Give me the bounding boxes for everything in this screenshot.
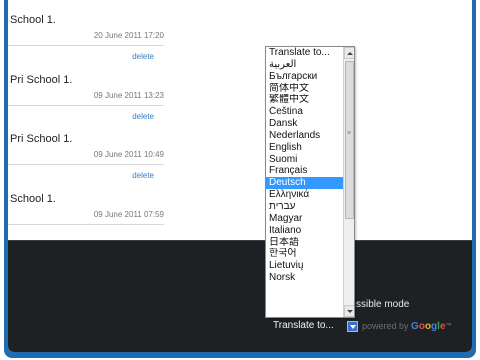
language-option[interactable]: 한국어 — [266, 248, 343, 260]
language-option[interactable]: Dansk — [266, 118, 343, 130]
delete-link[interactable]: delete — [132, 171, 154, 180]
page-frame: School 1. 20 June 2011 17:20 delete Pri … — [4, 0, 476, 358]
language-option[interactable]: 日本語 — [266, 237, 343, 249]
post-title: Pri School 1. — [10, 133, 73, 145]
divider — [8, 164, 164, 165]
language-option[interactable]: 简体中文 — [266, 83, 343, 95]
language-option[interactable]: Lietuvių — [266, 260, 343, 272]
language-option[interactable]: Magyar — [266, 213, 343, 225]
post-date: 09 June 2011 13:23 — [93, 91, 164, 100]
dropdown-scrollbar[interactable] — [343, 47, 354, 317]
chevron-down-icon[interactable] — [347, 321, 358, 332]
language-option[interactable]: Norsk — [266, 272, 343, 284]
post-item: School 1. 09 June 2011 07:59 — [8, 193, 164, 233]
scroll-down-icon[interactable] — [344, 305, 354, 317]
language-option[interactable]: Deutsch — [266, 177, 343, 190]
divider — [8, 105, 164, 106]
language-option[interactable]: English — [266, 142, 343, 154]
post-title: School 1. — [10, 14, 56, 26]
translate-widget: Translate to... powered by Google™ — [273, 318, 459, 334]
google-logo: Google — [411, 321, 446, 332]
scroll-up-icon[interactable] — [344, 47, 354, 59]
language-option[interactable]: Nederlands — [266, 130, 343, 142]
post-date: 09 June 2011 10:49 — [93, 150, 164, 159]
language-options: Translate to... العربية Български 简体中文 繁體中文 Č… — [266, 47, 343, 284]
footer: ssible mode Translate to... powered by G… — [8, 240, 472, 352]
language-option[interactable]: עברית — [266, 201, 343, 213]
language-option[interactable]: Italiano — [266, 225, 343, 237]
language-dropdown-list[interactable]: Translate to... العربية Български 简体中文 繁體中文 Č… — [265, 46, 355, 318]
translate-select[interactable]: Translate to... — [273, 318, 334, 334]
post-title: Pri School 1. — [10, 74, 73, 86]
post-item: School 1. 20 June 2011 17:20 delete — [8, 14, 164, 64]
language-option[interactable]: Français — [266, 165, 343, 177]
language-option[interactable]: Translate to... — [266, 47, 343, 59]
divider — [8, 224, 164, 225]
language-option[interactable]: العربية — [266, 59, 343, 71]
page-surface: School 1. 20 June 2011 17:20 delete Pri … — [8, 0, 472, 352]
language-option[interactable]: Български — [266, 71, 343, 83]
language-option[interactable]: Čeština — [266, 106, 343, 118]
post-item: Pri School 1. 09 June 2011 10:49 delete — [8, 133, 164, 183]
post-date: 09 June 2011 07:59 — [93, 210, 164, 219]
powered-by-google: powered by Google™ — [362, 318, 452, 335]
post-date: 20 June 2011 17:20 — [93, 31, 164, 40]
powered-by-text: powered by — [362, 321, 409, 331]
accessible-mode-text[interactable]: ssible mode — [356, 299, 409, 310]
trademark-mark: ™ — [445, 323, 452, 329]
language-option[interactable]: 繁體中文 — [266, 94, 343, 106]
scroll-thumb[interactable] — [345, 61, 354, 219]
post-title: School 1. — [10, 193, 56, 205]
language-option[interactable]: Ελληνικά — [266, 189, 343, 201]
delete-link[interactable]: delete — [132, 52, 154, 61]
language-option[interactable]: Suomi — [266, 154, 343, 166]
post-item: Pri School 1. 09 June 2011 13:23 delete — [8, 74, 164, 124]
delete-link[interactable]: delete — [132, 112, 154, 121]
divider — [8, 45, 164, 46]
content-area: School 1. 20 June 2011 17:20 delete Pri … — [8, 0, 472, 240]
